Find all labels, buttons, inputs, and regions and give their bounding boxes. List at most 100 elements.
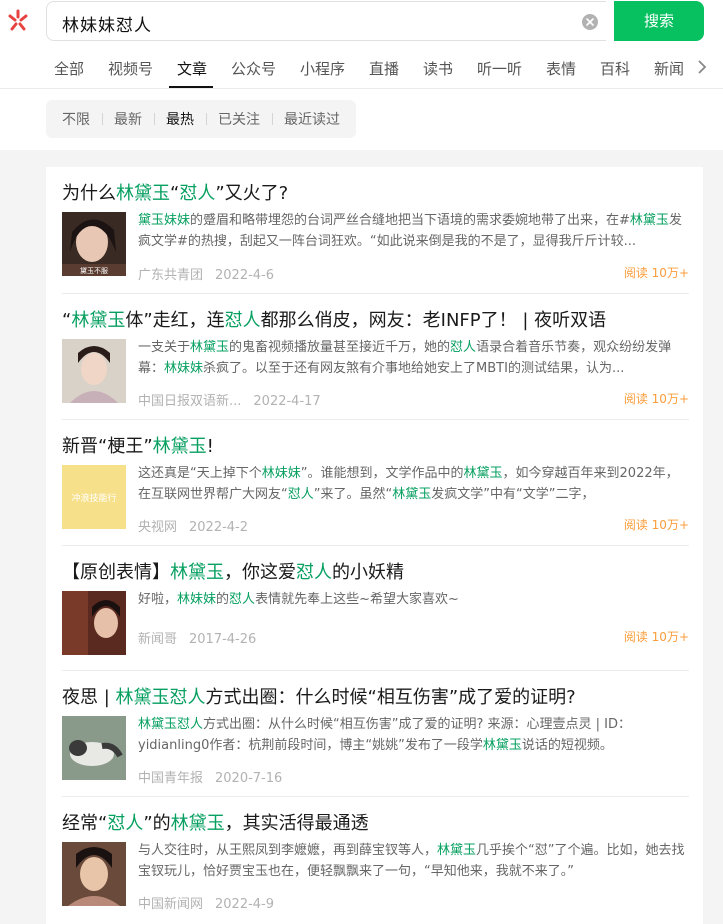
result-thumbnail[interactable] bbox=[62, 716, 126, 780]
highlighted-keyword: 林妹妹 bbox=[177, 592, 217, 607]
result-read-count: 阅读 10万+ bbox=[623, 518, 689, 532]
highlighted-keyword: 怼人 bbox=[287, 487, 314, 502]
filter-latest[interactable]: 最新 bbox=[102, 109, 154, 129]
filter-recently-read[interactable]: 最近读过 bbox=[272, 109, 352, 129]
category-tabs: 全部 视频号 文章 公众号 小程序 直播 读书 听一听 表情 百科 新闻 bbox=[0, 52, 723, 88]
result-read-count: 阅读 10万+ bbox=[623, 392, 689, 406]
text-segment: ! bbox=[206, 436, 214, 457]
highlighted-keyword: 怼人 bbox=[224, 310, 261, 331]
result-title[interactable]: 夜思 | 林黛玉怼人方式出圈：什么时候“相互伤害”成了爱的证明? bbox=[62, 683, 576, 709]
result-thumbnail[interactable] bbox=[62, 591, 126, 655]
result-item[interactable]: 新晋“梗王”林黛玉! 冲浪技能行 这还真是“天上掉下个林妹妹”。谁能想到，文学作… bbox=[62, 419, 689, 545]
text-segment: 为什么 bbox=[62, 183, 116, 204]
filter-any[interactable]: 不限 bbox=[50, 109, 102, 129]
result-thumbnail[interactable]: 冲浪技能行 bbox=[62, 465, 126, 529]
tab-news[interactable]: 新闻 bbox=[654, 58, 684, 79]
result-title[interactable]: 新晋“梗王”林黛玉! bbox=[62, 432, 214, 458]
highlighted-keyword: 黛玉妹妹 bbox=[138, 213, 191, 228]
result-snippet: 好啦，林妹妹的怼人表情就先奉上这些~希望大家喜欢~ bbox=[138, 589, 686, 610]
text-segment: 经常“ bbox=[62, 813, 108, 834]
highlighted-keyword: 林黛玉 bbox=[482, 738, 522, 753]
result-source[interactable]: 广东共青团 bbox=[138, 268, 203, 283]
highlighted-keyword: 怼人 bbox=[296, 562, 332, 583]
app-logo-icon[interactable] bbox=[4, 7, 32, 35]
text-segment: 的小妖精 bbox=[332, 562, 404, 583]
result-title[interactable]: 为什么林黛玉“怼人”又火了? bbox=[62, 179, 288, 205]
result-snippet: 林黛玉怼人方式出圈：从什么时候“相互伤害”成了爱的证明? 来源：心理壹点灵 | … bbox=[138, 714, 686, 756]
text-segment: “ bbox=[170, 183, 180, 204]
result-source[interactable]: 中国日报双语新... bbox=[138, 394, 241, 409]
result-date: 2020-7-16 bbox=[215, 771, 283, 786]
text-segment: ”的 bbox=[143, 813, 171, 834]
highlighted-keyword: 林黛玉 bbox=[170, 813, 225, 834]
result-date: 2017-4-26 bbox=[189, 632, 257, 647]
result-title[interactable]: 【原创表情】林黛玉，你这爱怼人的小妖精 bbox=[62, 558, 404, 584]
result-title[interactable]: “林黛玉体”走红，连怼人都那么俏皮，网友：老INFP了！ | 夜听双语 bbox=[62, 306, 606, 332]
text-segment: ”又火了? bbox=[215, 183, 289, 204]
text-segment: 与人交往时，从王熙凤到李嬷嬷，再到薛宝钗等人， bbox=[138, 843, 438, 858]
tab-stickers[interactable]: 表情 bbox=[546, 58, 576, 79]
highlighted-keyword: 林黛玉 bbox=[392, 487, 432, 502]
highlighted-keyword: 林黛玉 bbox=[71, 310, 126, 331]
result-item[interactable]: 为什么林黛玉“怼人”又火了? 黛玉不服 黛玉妹妹的蹙眉和略带埋怨的台词严丝合缝地… bbox=[62, 167, 689, 293]
filter-group: 不限 最新 最热 已关注 最近读过 bbox=[46, 100, 356, 138]
highlighted-keyword: 林黛玉 bbox=[152, 436, 207, 457]
text-segment: 夜思 | bbox=[62, 687, 116, 708]
result-thumbnail[interactable] bbox=[62, 339, 126, 403]
result-date: 2022-4-9 bbox=[215, 897, 275, 912]
filter-followed[interactable]: 已关注 bbox=[206, 109, 272, 129]
text-segment: 发疯文学”中有“文学”二字， bbox=[431, 487, 595, 502]
search-input[interactable]: 林妹妹怼人 bbox=[46, 1, 606, 41]
tab-reading[interactable]: 读书 bbox=[423, 58, 453, 79]
text-segment: 好啦， bbox=[138, 592, 178, 607]
text-segment: 表情就先奉上这些~希望大家喜欢~ bbox=[255, 592, 459, 607]
result-item[interactable]: 【原创表情】林黛玉，你这爱怼人的小妖精 好啦，林妹妹的怼人表情就先奉上这些~希望… bbox=[62, 545, 689, 657]
text-segment: 说话的短视频。 bbox=[521, 738, 613, 753]
result-meta: 中国新闻网 2022-4-9 bbox=[138, 893, 274, 912]
highlighted-keyword: 林黛玉 bbox=[629, 213, 669, 228]
highlighted-keyword: 林妹妹 bbox=[261, 466, 301, 481]
highlighted-keyword: 怼人 bbox=[450, 340, 477, 355]
result-snippet: 这还真是“天上掉下个林妹妹”。谁能想到，文学作品中的林黛玉，如今穿越百年来到20… bbox=[138, 463, 686, 505]
result-source[interactable]: 中国新闻网 bbox=[138, 897, 203, 912]
text-segment: 的蹙眉和略带埋怨的台词严丝合缝地把当下语境的需求委婉地带了出来，在# bbox=[190, 213, 630, 228]
tab-articles[interactable]: 文章 bbox=[177, 58, 207, 79]
text-segment: 都那么俏皮，网友：老INFP了！ | 夜听双语 bbox=[260, 310, 607, 331]
result-item[interactable]: 夜思 | 林黛玉怼人方式出圈：什么时候“相互伤害”成了爱的证明? 林黛玉怼人方式… bbox=[62, 670, 689, 796]
clear-icon[interactable] bbox=[582, 14, 598, 30]
highlighted-keyword: 林黛玉 bbox=[170, 562, 224, 583]
highlighted-keyword: 林黛玉 bbox=[437, 843, 477, 858]
tab-official-accounts[interactable]: 公众号 bbox=[231, 58, 276, 79]
result-source[interactable]: 新闻哥 bbox=[138, 632, 177, 647]
text-segment: 新晋“梗王” bbox=[62, 436, 153, 457]
result-date: 2022-4-17 bbox=[253, 394, 321, 409]
result-source[interactable]: 中国青年报 bbox=[138, 771, 203, 786]
chevron-right-icon[interactable] bbox=[695, 58, 709, 76]
search-button[interactable]: 搜索 bbox=[614, 1, 704, 41]
tab-mini-programs[interactable]: 小程序 bbox=[300, 58, 345, 79]
text-segment: 的鬼畜视频播放量甚至接近千万，她的 bbox=[229, 340, 451, 355]
tab-live[interactable]: 直播 bbox=[369, 58, 399, 79]
result-item[interactable]: “林黛玉体”走红，连怼人都那么俏皮，网友：老INFP了！ | 夜听双语 一支关于… bbox=[62, 293, 689, 419]
result-date: 2022-4-6 bbox=[215, 268, 275, 283]
result-snippet: 一支关于林黛玉的鬼畜视频播放量甚至接近千万，她的怼人语录合着音乐节奏，观众纷纷发… bbox=[138, 337, 686, 379]
highlighted-keyword: 林黛玉怼人 bbox=[115, 687, 206, 708]
text-segment: 一支关于 bbox=[138, 340, 191, 355]
result-thumbnail[interactable] bbox=[62, 842, 126, 906]
thumbnail-caption: 冲浪技能行 bbox=[71, 492, 116, 504]
top-bar: 林妹妹怼人 搜索 全部 视频号 文章 公众号 小程序 直播 读书 听一听 表情 … bbox=[0, 0, 723, 88]
result-title[interactable]: 经常“怼人”的林黛玉，其实活得最通透 bbox=[62, 809, 369, 835]
result-item[interactable]: 经常“怼人”的林黛玉，其实活得最通透 与人交往时，从王熙凤到李嬷嬷，再到薛宝钗等… bbox=[62, 796, 689, 922]
filter-hottest[interactable]: 最热 bbox=[154, 109, 206, 129]
tab-encyclopedia[interactable]: 百科 bbox=[600, 58, 630, 79]
tab-listen[interactable]: 听一听 bbox=[477, 58, 522, 79]
filter-bar: 不限 最新 最热 已关注 最近读过 bbox=[0, 88, 723, 150]
tab-all[interactable]: 全部 bbox=[54, 58, 84, 79]
result-meta: 广东共青团 2022-4-6 bbox=[138, 264, 274, 283]
text-segment: ”。谁能想到，文学作品中的 bbox=[300, 466, 464, 481]
result-source[interactable]: 央视网 bbox=[138, 520, 177, 535]
highlighted-keyword: 林妹妹 bbox=[164, 361, 204, 376]
text-segment: ，其实活得最通透 bbox=[224, 813, 369, 834]
tab-channels[interactable]: 视频号 bbox=[108, 58, 153, 79]
result-thumbnail[interactable]: 黛玉不服 bbox=[62, 212, 126, 276]
